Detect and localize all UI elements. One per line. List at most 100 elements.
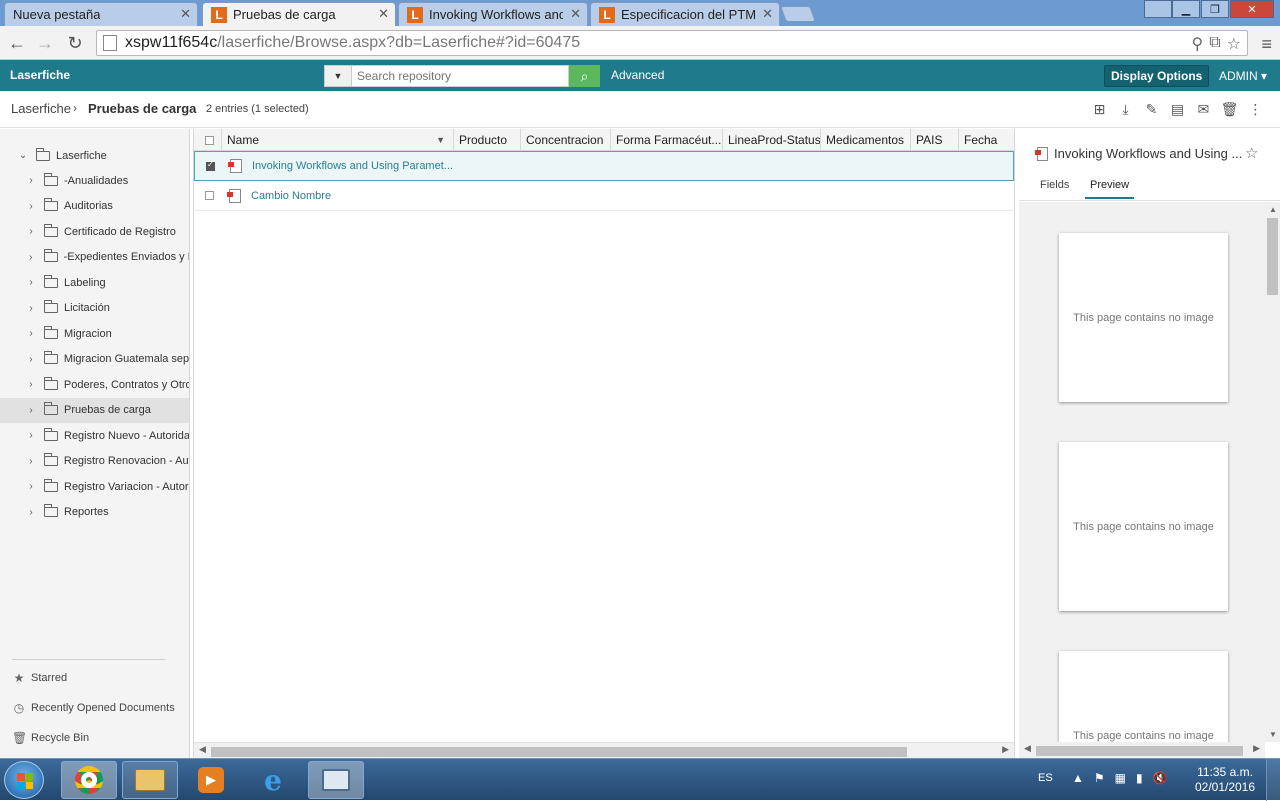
minimize-icon[interactable]: ▁ xyxy=(1172,0,1200,18)
tree-item[interactable]: › -Expedientes Enviados y R xyxy=(0,245,189,270)
column-lineaprod-status[interactable]: LineaProd-Status xyxy=(722,129,820,151)
tree-item[interactable]: › Registro Nuevo - Autorida xyxy=(0,423,189,448)
tree-item[interactable]: › Migracion Guatemala sep. xyxy=(0,347,189,372)
chevron-right-icon[interactable]: › xyxy=(26,379,36,390)
recycle-bin-link[interactable]: 🗑 Recycle Bin xyxy=(12,731,89,745)
scroll-down-icon[interactable]: ▼ xyxy=(1269,730,1277,739)
table-row[interactable]: Cambio Nombre xyxy=(194,181,1014,211)
row-name[interactable]: Cambio Nombre xyxy=(251,190,331,202)
search-input[interactable] xyxy=(352,65,569,87)
laserfiche-logo[interactable]: Laserfiche xyxy=(10,68,70,82)
back-arrow-icon[interactable]: ← xyxy=(6,32,28,54)
chevron-right-icon[interactable]: › xyxy=(26,430,36,441)
reload-icon[interactable]: ↻ xyxy=(64,32,86,54)
clock[interactable]: 11:35 a.m. 02/01/2016 xyxy=(1190,765,1260,795)
horizontal-scrollbar[interactable]: ◀ ▶ xyxy=(194,742,1014,758)
forward-arrow-icon[interactable]: → xyxy=(34,32,56,54)
user-menu[interactable]: ADMIN ▾ xyxy=(1219,69,1267,83)
tree-item[interactable]: › Poderes, Contratos y Otro xyxy=(0,372,189,397)
tree-item[interactable]: › Reportes xyxy=(0,500,189,525)
chrome-menu-icon[interactable]: ≡ xyxy=(1261,34,1272,55)
close-icon[interactable]: ✕ xyxy=(762,6,773,22)
close-icon[interactable]: ✕ xyxy=(180,6,191,22)
close-icon[interactable]: ✕ xyxy=(378,6,389,22)
recent-documents-link[interactable]: ◷ Recently Opened Documents xyxy=(12,701,175,715)
column-forma-farmaceutica[interactable]: Forma Farmacéut... xyxy=(610,129,722,151)
metadata-icon[interactable]: ▤ xyxy=(1169,101,1186,117)
tree-item[interactable]: › -Anualidades xyxy=(0,168,189,193)
sort-caret-icon[interactable]: ▼ xyxy=(436,135,445,145)
new-folder-icon[interactable]: ⊞ xyxy=(1091,101,1108,117)
column-concentracion[interactable]: Concentracion xyxy=(520,129,610,151)
column-pais[interactable]: PAIS xyxy=(910,129,958,151)
edit-icon[interactable]: ✎ xyxy=(1143,101,1160,117)
scroll-left-icon[interactable]: ◀ xyxy=(199,744,206,755)
download-icon[interactable]: ⤓ xyxy=(1117,101,1134,117)
chevron-right-icon[interactable]: › xyxy=(26,328,36,339)
restore-icon[interactable]: ❐ xyxy=(1201,0,1229,18)
taskbar-internet-explorer[interactable]: e xyxy=(245,761,301,799)
tab-preview[interactable]: Preview xyxy=(1085,179,1135,199)
tree-item[interactable]: › Auditorias xyxy=(0,194,189,219)
tree-root[interactable]: ⌄ Laserfiche xyxy=(0,143,189,168)
email-icon[interactable]: ✉ xyxy=(1195,101,1212,117)
tab-fields[interactable]: Fields xyxy=(1040,179,1069,197)
more-options-icon[interactable]: ⋮ xyxy=(1247,101,1264,117)
chevron-right-icon[interactable]: › xyxy=(26,405,36,416)
column-medicamentos[interactable]: Medicamentos xyxy=(820,129,910,151)
tree-item[interactable]: › Migracion xyxy=(0,321,189,346)
browser-tab-especificacion[interactable]: L Especificacion del PTMéxi ✕ xyxy=(590,2,780,26)
delete-icon[interactable]: 🗑 xyxy=(1221,101,1239,117)
taskbar-media-player[interactable]: ▶ xyxy=(183,761,239,799)
scrollbar-thumb[interactable] xyxy=(211,747,907,757)
show-desktop-button[interactable] xyxy=(1266,759,1280,801)
volume-muted-icon[interactable]: 🔇 xyxy=(1153,771,1168,785)
column-fecha[interactable]: Fecha xyxy=(958,129,1014,151)
browser-tab-pruebas[interactable]: L Pruebas de carga ✕ xyxy=(202,2,396,26)
chevron-right-icon[interactable]: › xyxy=(26,175,36,186)
advanced-search-link[interactable]: Advanced xyxy=(611,68,664,82)
network-icon[interactable]: ▦ xyxy=(1115,771,1126,785)
star-icon[interactable]: ☆ xyxy=(1245,144,1258,162)
tree-item[interactable]: › Pruebas de carga xyxy=(0,397,189,423)
column-name[interactable]: Name ▼ xyxy=(221,129,453,151)
start-button[interactable] xyxy=(4,761,44,799)
language-indicator[interactable]: ES xyxy=(1038,772,1053,784)
action-center-icon[interactable]: ⚑ xyxy=(1094,771,1105,785)
address-bar[interactable]: xspw11f654c/laserfiche/Browse.aspx?db=La… xyxy=(96,30,1248,56)
chevron-right-icon[interactable]: › xyxy=(26,226,36,237)
scrollbar-thumb[interactable] xyxy=(1036,746,1243,756)
bookmark-star-icon[interactable]: ☆ xyxy=(1227,34,1241,54)
tree-item[interactable]: › Certificado de Registro xyxy=(0,219,189,244)
page-thumbnail[interactable]: This page contains no image xyxy=(1059,233,1228,402)
taskbar-chrome[interactable] xyxy=(61,761,117,799)
close-icon[interactable]: ✕ xyxy=(570,6,581,22)
browser-tab-invoking[interactable]: L Invoking Workflows and U ✕ xyxy=(398,2,588,26)
display-options-button[interactable]: Display Options xyxy=(1104,65,1210,87)
scroll-right-icon[interactable]: ▶ xyxy=(1002,744,1009,755)
table-row[interactable]: Invoking Workflows and Using Paramet... xyxy=(194,151,1014,181)
chevron-down-icon[interactable]: ⌄ xyxy=(18,150,28,161)
chevron-right-icon[interactable]: › xyxy=(26,277,36,288)
taskbar-explorer[interactable] xyxy=(122,761,178,799)
search-icon[interactable]: ⌕ xyxy=(569,65,600,87)
tree-item[interactable]: › Labeling xyxy=(0,270,189,295)
search-dropdown-icon[interactable]: ▼ xyxy=(324,65,352,87)
browser-tab-new[interactable]: Nueva pestaña ✕ xyxy=(4,2,198,26)
chevron-right-icon[interactable]: › xyxy=(26,354,36,365)
scroll-left-icon[interactable]: ◀ xyxy=(1024,743,1031,754)
translate-icon[interactable]: ⧉ xyxy=(1209,34,1220,54)
row-checkbox[interactable] xyxy=(206,160,215,171)
window-close-icon[interactable]: ✕ xyxy=(1230,0,1274,18)
tree-item[interactable]: › Licitación xyxy=(0,296,189,321)
chevron-right-icon[interactable]: › xyxy=(26,252,36,263)
zoom-icon[interactable]: ⚲ xyxy=(1192,34,1204,54)
tree-item[interactable]: › Registro Renovacion - Aut xyxy=(0,449,189,474)
vertical-scrollbar[interactable]: ▲ ▼ xyxy=(1265,202,1280,742)
taskbar-remote-desktop[interactable] xyxy=(308,761,364,799)
page-thumbnail[interactable]: This page contains no image xyxy=(1059,651,1228,742)
chrome-user-button[interactable] xyxy=(1144,0,1172,18)
chevron-right-icon[interactable]: › xyxy=(26,507,36,518)
chevron-right-icon[interactable]: › xyxy=(26,303,36,314)
column-producto[interactable]: Producto xyxy=(453,129,520,151)
